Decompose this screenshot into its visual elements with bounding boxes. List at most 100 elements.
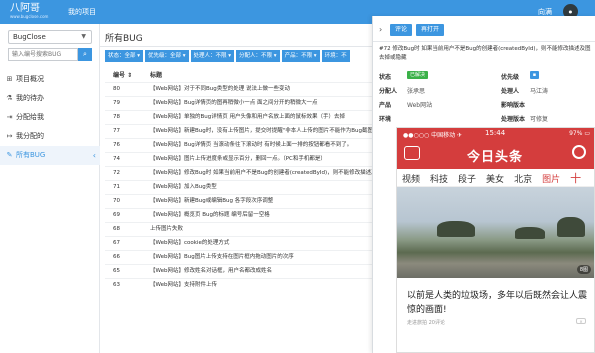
- bug-title[interactable]: 【Web网站】加入Bug类型: [150, 181, 372, 194]
- table-row[interactable]: 77 【Web网站】新建Bug时，没有上传图片，提交时提醒"非本人上传的图片不能作…: [105, 124, 372, 138]
- rock-shape: [557, 217, 585, 237]
- search-input[interactable]: [8, 48, 78, 61]
- table-row[interactable]: 76 【Web网站】Bug详情页 当滚动条往下滚动时 有时候上面一排的按钮都看不到…: [105, 138, 372, 152]
- bug-title[interactable]: 【Web网站】概览页 Bug的标题 编号后留一空格: [150, 209, 372, 222]
- bug-title[interactable]: 【Web网站】图片上传进度条或显示百分，删回一点。（PC和手机都是）: [150, 153, 372, 166]
- filter-product[interactable]: 产品：不限 ▾: [281, 50, 320, 62]
- sidebar-item-assigned-by-me[interactable]: ↦ 我分配的: [0, 127, 100, 146]
- logo-text: 八阿哥: [10, 3, 40, 14]
- chevron-down-icon: ▼: [81, 33, 86, 40]
- news-photo: 8图: [397, 187, 594, 278]
- bug-title[interactable]: 【Web网站】修改Bug时 如果当前用户不是Bug的创建者(createdByI…: [150, 167, 372, 180]
- dismiss-icon: ×: [576, 318, 586, 324]
- impact-version-label: 影响版本: [501, 102, 526, 109]
- bug-id: 77: [113, 128, 120, 134]
- table-row[interactable]: 66 【Web网站】Bug图片上传支持在图片框内拖动图片的次序: [105, 250, 372, 264]
- bug-list-panel: 所有BUG 状态：全部 ▾ 优先级：全部 ▾ 处理人：不限 ▾ 分配人：不限 ▾…: [100, 24, 372, 353]
- column-id-header[interactable]: 编号 ⇕: [113, 70, 132, 79]
- bug-search: ⌕: [8, 48, 92, 61]
- filter-handler[interactable]: 处理人：不限 ▾: [190, 50, 235, 62]
- sign-out-icon: ↦: [6, 132, 13, 140]
- table-row[interactable]: 63 【Web网站】支持附件上传: [105, 278, 372, 292]
- toutiao-logo: 今日头条: [467, 150, 524, 165]
- priority-label: 优先级: [501, 74, 520, 81]
- phone-tab: 科技: [430, 175, 449, 185]
- bug-title[interactable]: 上传图片失败: [150, 223, 372, 236]
- status-label: 状态: [379, 74, 392, 81]
- table-row[interactable]: 65 【Web网站】修改姓名对话框，用户名都改成姓名: [105, 264, 372, 278]
- table-row[interactable]: 69 【Web网站】概览页 Bug的标题 编号后留一空格: [105, 208, 372, 222]
- bug-title[interactable]: 【Web网站】支持附件上传: [150, 279, 372, 292]
- bug-id: 71: [113, 184, 120, 190]
- bug-detail-title-cont: 去掉或隐藏: [379, 55, 407, 61]
- table-row[interactable]: 70 【Web网站】新建Bug或编辑Bug 各字段次序调整: [105, 194, 372, 208]
- phone-tab-bar: 视频 科技 段子 美女 北京 图片 十: [397, 169, 594, 187]
- sidebar-item-label: 项目概况: [16, 75, 44, 83]
- bug-id: 69: [113, 212, 120, 218]
- product-label: 产品: [379, 102, 392, 109]
- handle-version-label: 处理版本: [501, 116, 526, 123]
- bug-title[interactable]: 【Web网站】cookie的处理方式: [150, 237, 372, 250]
- priority-badge: ▪: [530, 71, 539, 79]
- sidebar-item-label: 分配给我: [16, 113, 44, 121]
- table-row[interactable]: 72 【Web网站】修改Bug时 如果当前用户不是Bug的创建者(createdB…: [105, 166, 372, 180]
- filter-status[interactable]: 状态：全部 ▾: [105, 50, 144, 62]
- table-row[interactable]: 78 【Web网站】单独的Bug详情页 用户头像和用户名放上面的鼠标效果（手）去掉: [105, 110, 372, 124]
- sidebar: BugClose ▼ ⌕ ⊞ 项目概况 ⚗ 我的待办 ⇥ 分配给我 ↦ 我分配的…: [0, 24, 100, 353]
- sidebar-item-label: 我分配的: [16, 132, 44, 140]
- news-headline: 以前是人类的垃圾场，多年以后既然会让人震惊的画面!: [407, 291, 588, 315]
- phone-tab: 北京: [514, 175, 533, 185]
- bug-title[interactable]: 【Web网站】Bug详情页的图再稍微小一点 面之间分开的稍微大一点: [150, 97, 372, 110]
- chevron-right-icon[interactable]: ›: [379, 25, 382, 34]
- sidebar-item-overview[interactable]: ⊞ 项目概况: [0, 70, 100, 89]
- my-projects-link[interactable]: 我的项目: [68, 7, 96, 17]
- wrench-icon: ✎: [6, 151, 13, 159]
- bug-title[interactable]: 【Web网站】Bug图片上传支持在图片框内拖动图片的次序: [150, 251, 372, 264]
- rock-shape: [515, 227, 545, 239]
- bug-id: 80: [113, 86, 120, 92]
- plus-icon: 十: [570, 172, 582, 185]
- sidebar-item-all-bugs[interactable]: ✎ 所有BUG ‹: [0, 146, 100, 165]
- bug-screenshot-attachment[interactable]: ●●○○○ 中国移动 ✈ 15:44 97% ▭ 今日头条 视频 科技 段子 美…: [396, 127, 595, 353]
- product-value: Web网站: [407, 102, 433, 109]
- bug-title[interactable]: 【Web网站】对于不同Bug类型的处理 说法上做一些变动: [150, 83, 372, 96]
- bug-title[interactable]: 【Web网站】单独的Bug详情页 用户头像和用户名放上面的鼠标效果（手）去掉: [150, 111, 372, 124]
- table-row[interactable]: 80 【Web网站】对于不同Bug类型的处理 说法上做一些变动: [105, 82, 372, 96]
- handler-value: 马江涛: [530, 88, 549, 95]
- bug-title[interactable]: 【Web网站】新建Bug或编辑Bug 各字段次序调整: [150, 195, 372, 208]
- bug-title[interactable]: 【Web网站】新建Bug时，没有上传图片，提交时提醒"非本人上传的图片不能作为B…: [150, 125, 372, 138]
- bug-title[interactable]: 【Web网站】修改姓名对话框，用户名都改成姓名: [150, 265, 372, 278]
- table-header: 编号 ⇕ 标题: [105, 70, 372, 82]
- bug-title[interactable]: 【Web网站】Bug详情页 当滚动条往下滚动时 有时候上面一排的按钮都看不到了。: [150, 139, 372, 152]
- sidebar-item-assigned-to-me[interactable]: ⇥ 分配给我: [0, 108, 100, 127]
- search-icon[interactable]: ⌕: [78, 48, 92, 61]
- reopen-button[interactable]: 再打开: [416, 24, 445, 36]
- assigner-value: 张承思: [407, 88, 426, 95]
- phone-tab: 视频: [402, 175, 421, 185]
- handle-version-value: 可修复: [530, 116, 549, 123]
- handler-label: 处理人: [501, 88, 520, 95]
- filter-assigner[interactable]: 分配人：不限 ▾: [236, 50, 280, 62]
- table-row[interactable]: 79 【Web网站】Bug详情页的图再稍微小一点 面之间分开的稍微大一点: [105, 96, 372, 110]
- search-icon: [572, 145, 586, 159]
- table-row[interactable]: 74 【Web网站】图片上传进度条或显示百分，删回一点。（PC和手机都是）: [105, 152, 372, 166]
- project-select-value: BugClose: [13, 33, 46, 41]
- divider: [100, 46, 372, 47]
- app-logo[interactable]: 八阿哥 www.bugclose.com: [10, 3, 54, 21]
- table-row[interactable]: 67 【Web网站】cookie的处理方式: [105, 236, 372, 250]
- project-select[interactable]: BugClose ▼: [8, 30, 92, 44]
- bug-id: 78: [113, 114, 120, 120]
- divider: [373, 41, 595, 42]
- filter-bar: 状态：全部 ▾ 优先级：全部 ▾ 处理人：不限 ▾ 分配人：不限 ▾ 产品：不限…: [105, 50, 372, 62]
- flask-icon: ⚗: [6, 94, 13, 102]
- bug-id: 76: [113, 142, 120, 148]
- filter-priority[interactable]: 优先级：全部 ▾: [145, 50, 189, 62]
- comment-button[interactable]: 评论: [390, 24, 413, 36]
- battery-text: 97% ▭: [569, 130, 590, 137]
- table-row[interactable]: 68 上传图片失败: [105, 222, 372, 236]
- bug-id: 74: [113, 156, 120, 162]
- table-row[interactable]: 71 【Web网站】加入Bug类型: [105, 180, 372, 194]
- filter-environment[interactable]: 环境：不: [321, 50, 350, 62]
- sidebar-item-todo[interactable]: ⚗ 我的待办: [0, 89, 100, 108]
- sidebar-nav: ⊞ 项目概况 ⚗ 我的待办 ⇥ 分配给我 ↦ 我分配的 ✎ 所有BUG ‹: [0, 70, 100, 165]
